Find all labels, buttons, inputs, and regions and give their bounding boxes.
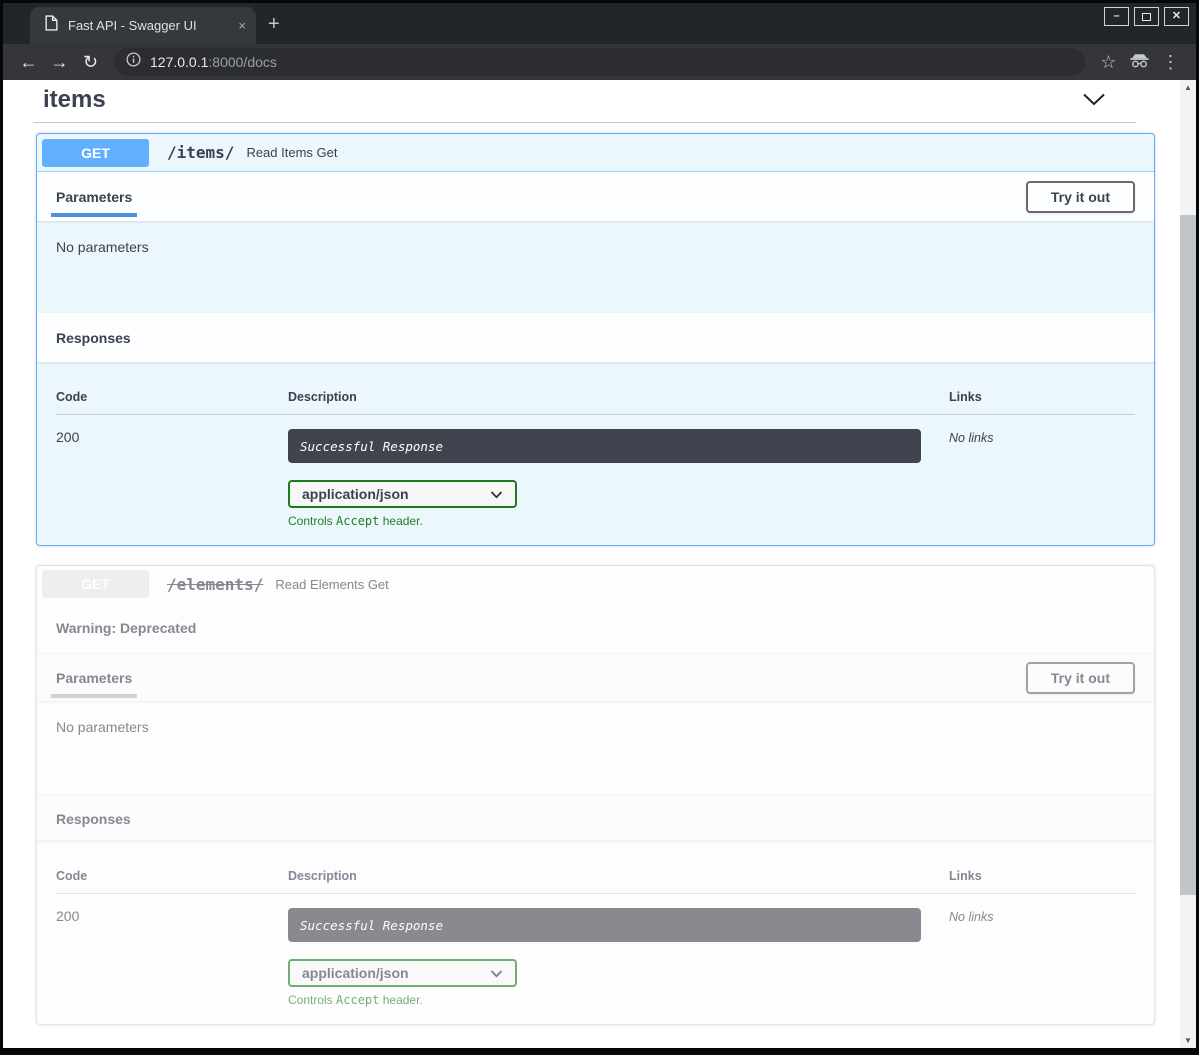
bookmark-star-icon[interactable]: ☆: [1093, 52, 1124, 73]
endpoint-summary[interactable]: GET /elements/ Read Elements Get: [37, 566, 1154, 602]
forward-icon[interactable]: →: [44, 52, 75, 73]
code-column-header: Code: [56, 869, 288, 883]
parameters-title: Parameters: [56, 173, 132, 220]
swagger-ui: items GET /items/ Read Items Get Paramet…: [3, 80, 1180, 1048]
chevron-down-icon: [490, 486, 503, 502]
links-column-header: Links: [949, 390, 1135, 404]
media-type-value: application/json: [302, 486, 409, 502]
deprecated-warning-row: Warning: Deprecated: [37, 602, 1154, 653]
responses-header: Responses: [37, 795, 1154, 841]
browser-tab[interactable]: Fast API - Swagger UI ×: [30, 7, 256, 44]
parameters-title: Parameters: [56, 654, 132, 701]
accept-header-note: Controls Accept header.: [288, 993, 949, 1007]
response-row-200: 200 Successful Response application/json…: [56, 415, 1135, 528]
endpoint-description: Read Items Get: [246, 145, 337, 160]
browser-menu-icon[interactable]: ⋮: [1155, 52, 1186, 73]
endpoint-description: Read Elements Get: [275, 577, 388, 592]
tab-title: Fast API - Swagger UI: [68, 18, 228, 33]
response-links: No links: [949, 908, 1135, 1007]
window-controls: – ✕: [1104, 7, 1189, 26]
response-code: 200: [56, 908, 288, 1007]
url-path: :8000/docs: [208, 54, 277, 70]
section-collapse-chevron-icon[interactable]: [1082, 92, 1106, 112]
no-parameters-text: No parameters: [56, 239, 149, 255]
accept-header-note: Controls Accept header.: [288, 514, 949, 528]
responses-header: Responses: [37, 313, 1154, 362]
window-maximize-button[interactable]: [1134, 7, 1159, 26]
response-description-text: Successful Response: [288, 908, 921, 942]
incognito-icon: [1124, 52, 1155, 73]
description-column-header: Description: [288, 390, 949, 404]
back-icon[interactable]: ←: [13, 52, 44, 73]
window-close-button[interactable]: ✕: [1164, 7, 1189, 26]
page-viewport: items GET /items/ Read Items Get Paramet…: [3, 80, 1196, 1048]
scroll-up-icon[interactable]: ▲: [1180, 83, 1196, 92]
api-section-title: items: [43, 86, 106, 114]
try-it-out-button[interactable]: Try it out: [1026, 662, 1135, 694]
response-row-200: 200 Successful Response application/json…: [56, 894, 1135, 1007]
no-parameters-text: No parameters: [56, 719, 149, 735]
method-badge: GET: [42, 139, 149, 167]
reload-icon[interactable]: ↻: [75, 52, 106, 73]
tab-close-icon[interactable]: ×: [238, 18, 246, 33]
address-bar[interactable]: 127.0.0.1:8000/docs: [114, 48, 1085, 76]
api-section-header[interactable]: items: [33, 80, 1136, 123]
method-badge: GET: [42, 570, 149, 598]
endpoint-get-items: GET /items/ Read Items Get Parameters Tr…: [36, 133, 1155, 546]
scrollbar-thumb[interactable]: [1180, 215, 1196, 895]
response-description-cell: Successful Response application/json Con…: [288, 908, 949, 1007]
responses-table-head: Code Description Links: [56, 378, 1135, 415]
deprecated-warning-text: Warning: Deprecated: [56, 620, 196, 636]
active-tab-underline: [51, 213, 137, 217]
code-column-header: Code: [56, 390, 288, 404]
response-links: No links: [949, 429, 1135, 528]
parameters-body: No parameters: [37, 701, 1154, 795]
responses-title: Responses: [56, 795, 131, 842]
media-type-value: application/json: [302, 965, 409, 981]
url-host: 127.0.0.1: [150, 54, 208, 70]
endpoint-path: /items/: [167, 143, 234, 162]
site-info-icon[interactable]: [126, 52, 141, 72]
endpoint-get-elements-deprecated: GET /elements/ Read Elements Get Warning…: [36, 565, 1155, 1025]
links-column-header: Links: [949, 869, 1135, 883]
vertical-scrollbar[interactable]: ▲ ▼: [1180, 80, 1196, 1048]
response-description-text: Successful Response: [288, 429, 921, 463]
page-favicon-icon: [45, 15, 58, 36]
parameters-header: Parameters Try it out: [37, 653, 1154, 701]
responses-table: Code Description Links 200 Successful Re…: [37, 362, 1154, 528]
media-type-select[interactable]: application/json: [288, 959, 517, 987]
maximize-icon: [1142, 13, 1151, 21]
browser-toolbar: ← → ↻ 127.0.0.1:8000/docs ☆ ⋮: [3, 44, 1196, 80]
try-it-out-button[interactable]: Try it out: [1026, 181, 1135, 213]
scroll-down-icon[interactable]: ▼: [1180, 1036, 1196, 1045]
endpoint-summary[interactable]: GET /items/ Read Items Get: [37, 134, 1154, 172]
responses-table-head: Code Description Links: [56, 857, 1135, 894]
description-column-header: Description: [288, 869, 949, 883]
responses-table: Code Description Links 200 Successful Re…: [37, 841, 1154, 1007]
parameters-body: No parameters: [37, 221, 1154, 313]
response-description-cell: Successful Response application/json Con…: [288, 429, 949, 528]
window-minimize-button[interactable]: –: [1104, 7, 1129, 26]
new-tab-button[interactable]: +: [268, 14, 280, 34]
response-code: 200: [56, 429, 288, 528]
chevron-down-icon: [490, 965, 503, 981]
media-type-select[interactable]: application/json: [288, 480, 517, 508]
url-text: 127.0.0.1:8000/docs: [150, 54, 277, 70]
deprecated-content: GET /elements/ Read Elements Get Warning…: [37, 566, 1154, 1007]
endpoint-path: /elements/: [167, 575, 263, 594]
responses-title: Responses: [56, 314, 131, 361]
inactive-tab-underline: [51, 694, 137, 698]
tab-strip: Fast API - Swagger UI × + – ✕: [3, 3, 1196, 44]
parameters-header: Parameters Try it out: [37, 172, 1154, 221]
